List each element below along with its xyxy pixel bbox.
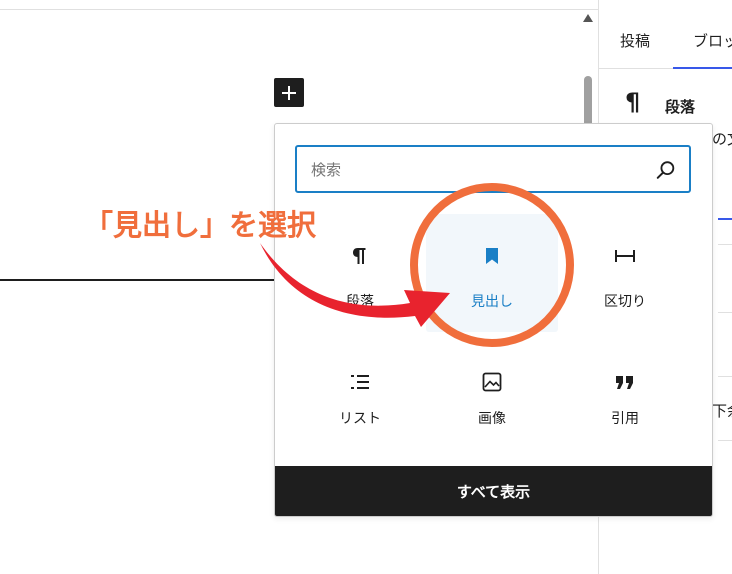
- search-input[interactable]: [309, 157, 633, 183]
- paragraph-icon: [294, 244, 426, 268]
- block-item-label: 引用: [611, 411, 639, 427]
- panel-divider: [718, 312, 732, 313]
- block-item-label: リスト: [339, 411, 381, 427]
- block-item-label: 画像: [478, 411, 506, 427]
- panel-divider: [718, 440, 732, 441]
- separator-block-line: [0, 279, 275, 281]
- image-icon: [426, 370, 558, 394]
- active-tab-indicator: [673, 67, 732, 69]
- panel-divider: [718, 244, 732, 245]
- scroll-up-arrow-icon[interactable]: [583, 14, 593, 22]
- list-icon: [294, 370, 426, 394]
- block-item-label: 見出し: [471, 294, 513, 310]
- block-item-quote[interactable]: 引用: [559, 340, 691, 458]
- annotation-label: 「見出し」を選択: [84, 208, 317, 242]
- separator-icon: [559, 244, 691, 268]
- search-field[interactable]: [295, 145, 691, 193]
- plus-icon: [282, 85, 296, 100]
- tab-block[interactable]: ブロック: [693, 30, 732, 51]
- block-item-label: 区切り: [604, 294, 646, 310]
- panel-divider: [718, 376, 732, 377]
- tab-post[interactable]: 投稿: [620, 30, 650, 51]
- paragraph-icon: ¶: [625, 88, 641, 116]
- quote-icon: [559, 370, 691, 394]
- block-item-heading[interactable]: 見出し: [426, 214, 558, 332]
- show-all-button[interactable]: すべて表示: [275, 466, 712, 516]
- block-card-description: の文: [712, 130, 732, 148]
- block-item-list[interactable]: リスト: [294, 340, 426, 458]
- block-inserter-popover: 段落 見出し 区切り: [274, 123, 713, 517]
- block-item-image[interactable]: 画像: [426, 340, 558, 458]
- add-block-button[interactable]: [274, 78, 304, 107]
- block-item-separator[interactable]: 区切り: [559, 214, 691, 332]
- bookmark-icon: [426, 244, 558, 268]
- panel-tab-indicator: [718, 218, 732, 220]
- block-card-title: 段落: [665, 98, 696, 116]
- block-item-label: 段落: [346, 294, 374, 310]
- search-icon[interactable]: [655, 159, 677, 181]
- panel-label: 下余: [712, 402, 732, 420]
